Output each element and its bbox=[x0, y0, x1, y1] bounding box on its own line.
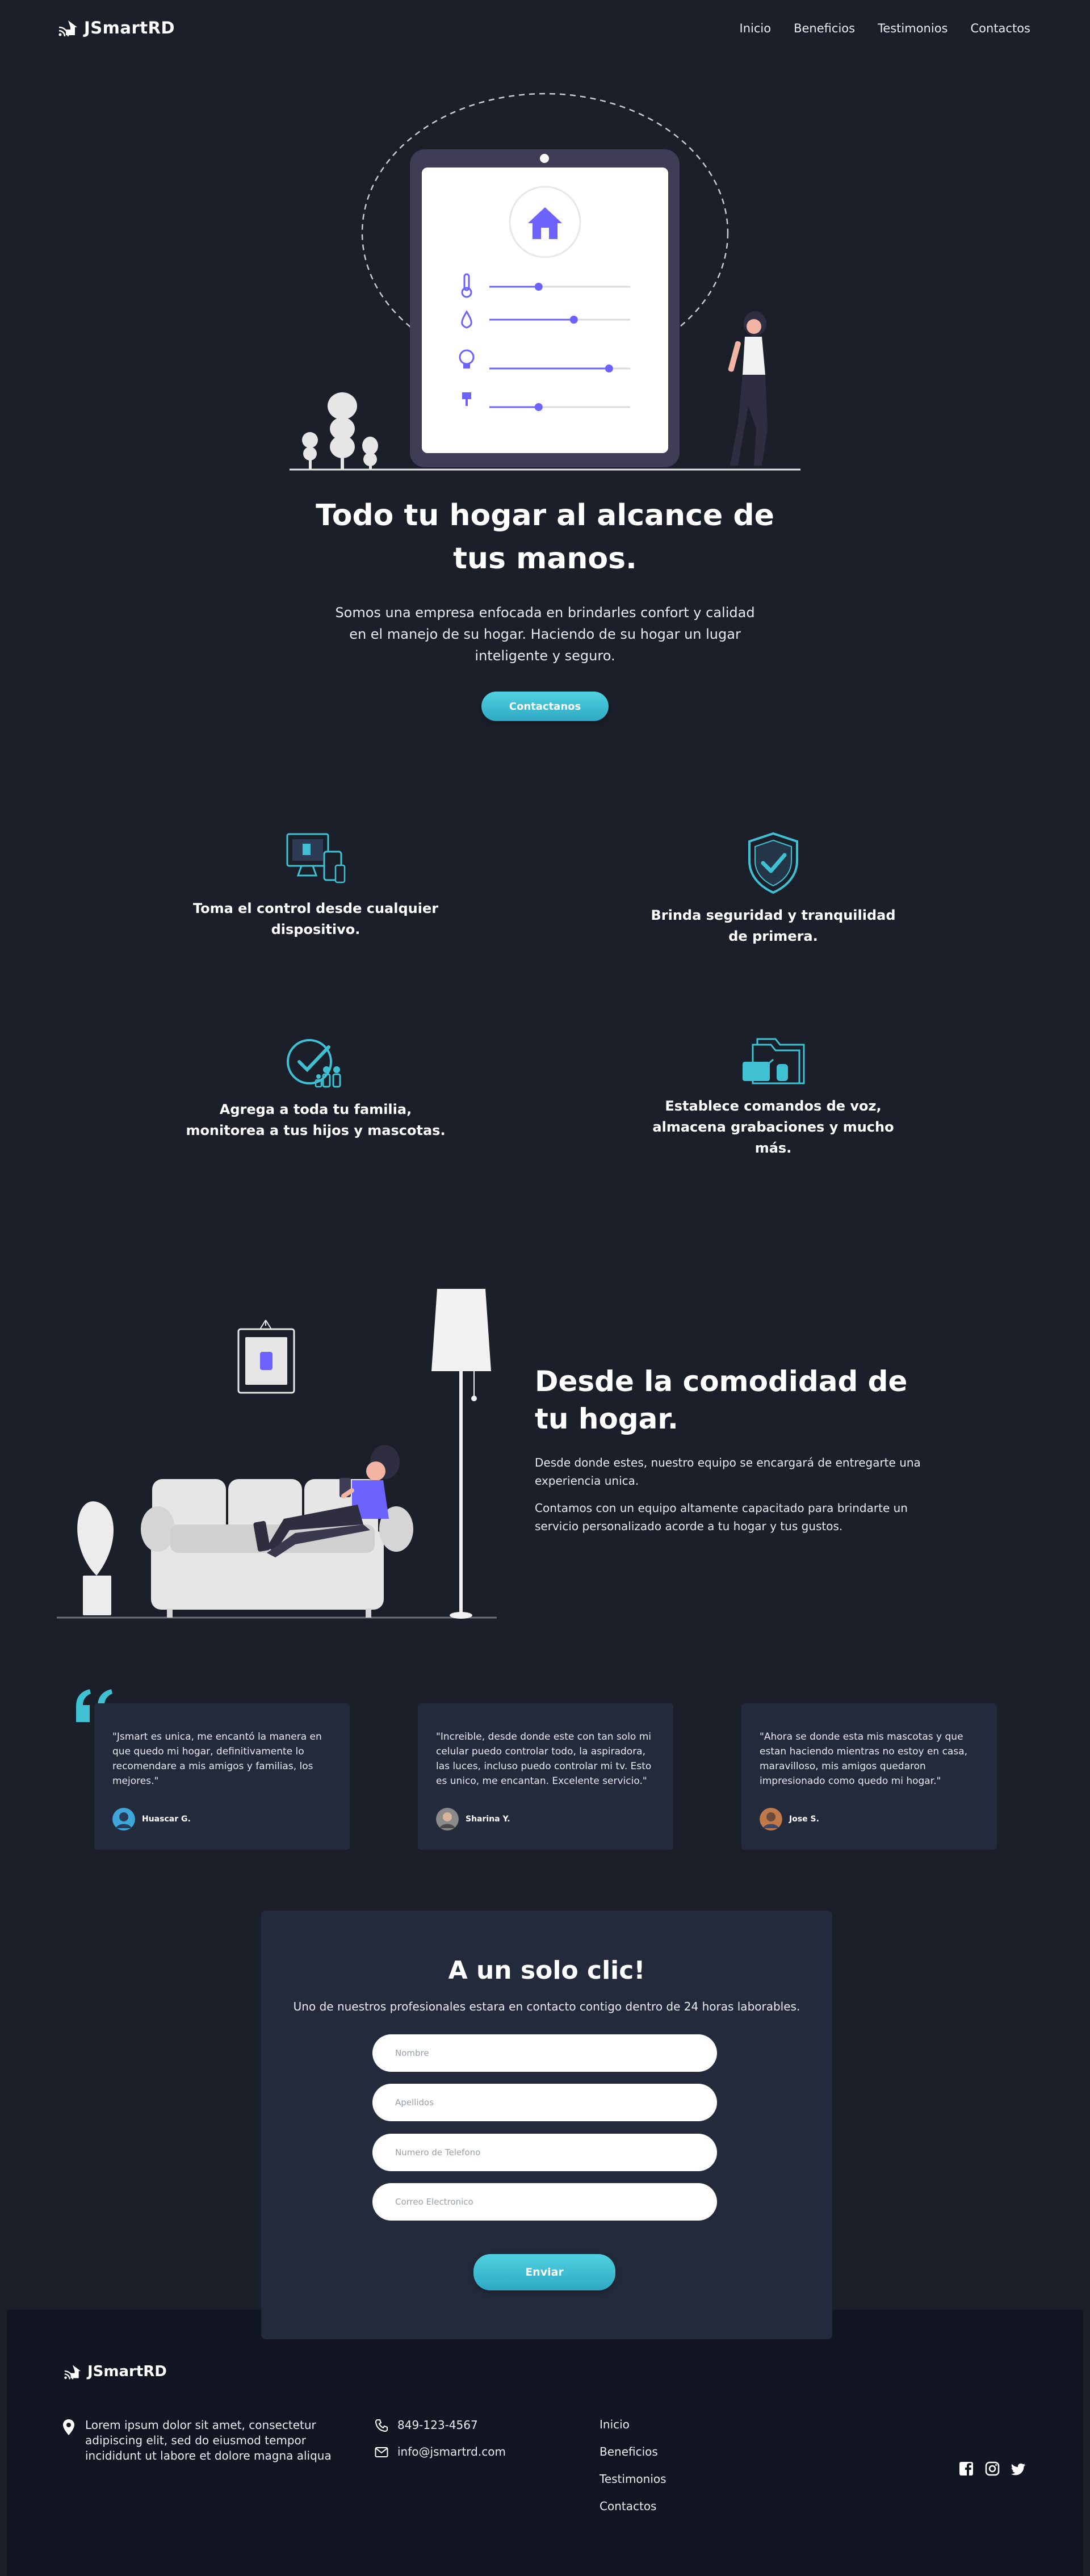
avatar bbox=[112, 1808, 135, 1831]
location-pin-icon bbox=[63, 2419, 74, 2435]
nav-link-testimonios[interactable]: Testimonios bbox=[878, 22, 948, 35]
about-title: Desde la comodidad de tu hogar. bbox=[535, 1365, 908, 1435]
feature-family-text: Agrega a toda tu familia, monitorea a tu… bbox=[186, 1101, 446, 1138]
slider-knob[interactable] bbox=[569, 316, 578, 324]
feature-family: Agrega a toda tu familia, monitorea a tu… bbox=[185, 1037, 446, 1141]
testimonial-card: "Jsmart es unica, me encantó la manera e… bbox=[94, 1703, 350, 1850]
nav-link-inicio[interactable]: Inicio bbox=[740, 22, 772, 35]
footer-brand-name: JSmartRD bbox=[87, 2363, 167, 2380]
brand-logo[interactable]: JSmartRD bbox=[58, 18, 175, 37]
contact-form: A un solo clic! Uno de nuestros profesio… bbox=[261, 1911, 832, 2339]
footer-link-inicio[interactable]: Inicio bbox=[600, 2418, 666, 2431]
footer-link-testimonios[interactable]: Testimonios bbox=[600, 2472, 666, 2486]
main-nav: Inicio Beneficios Testimonios Contactos bbox=[740, 22, 1030, 35]
email-input[interactable] bbox=[372, 2183, 717, 2221]
instagram-icon[interactable] bbox=[984, 2461, 1000, 2477]
email-row: info@jsmartrd.com bbox=[375, 2444, 506, 2460]
slider-knob[interactable] bbox=[534, 283, 543, 291]
hero-description: Somos una empresa enfocada en brindarles… bbox=[335, 605, 755, 664]
hero-illustration bbox=[290, 93, 800, 471]
testimonial-card: "Increible, desde donde este con tan sol… bbox=[418, 1703, 673, 1850]
name-input[interactable] bbox=[372, 2034, 717, 2072]
testimonial-text: "Increible, desde donde este con tan sol… bbox=[436, 1731, 652, 1787]
sofa-illustration bbox=[57, 1289, 497, 1619]
footer-brand-logo[interactable]: JSmartRD bbox=[64, 2363, 167, 2380]
voice-folder-icon bbox=[743, 1038, 805, 1084]
testimonial-author: Sharina Y. bbox=[436, 1808, 510, 1831]
testimonial-author: Huascar G. bbox=[112, 1808, 191, 1831]
shield-check-icon bbox=[748, 832, 798, 894]
author-name: Huascar G. bbox=[142, 1815, 191, 1824]
footer-nav: Inicio Beneficios Testimonios Contactos bbox=[600, 2418, 666, 2513]
family-check-icon bbox=[287, 1039, 341, 1088]
testimonial-text: "Jsmart es unica, me encantó la manera e… bbox=[112, 1731, 322, 1787]
contact-us-button[interactable]: Contactanos bbox=[481, 692, 609, 721]
nav-link-beneficios[interactable]: Beneficios bbox=[794, 22, 855, 35]
woman-figure bbox=[728, 311, 768, 466]
plant-decoration bbox=[77, 1501, 114, 1615]
contact-title: A un solo clic! bbox=[448, 1956, 645, 1985]
floor-lamp bbox=[431, 1289, 491, 1619]
footer-link-beneficios[interactable]: Beneficios bbox=[600, 2445, 666, 2458]
submit-button[interactable]: Enviar bbox=[473, 2254, 615, 2290]
twitter-icon[interactable] bbox=[1011, 2461, 1026, 2477]
picture-frame bbox=[237, 1320, 295, 1394]
author-name: Jose S. bbox=[789, 1815, 819, 1824]
author-name: Sharina Y. bbox=[466, 1815, 510, 1824]
feature-devices-text: Toma el control desde cualquier disposit… bbox=[192, 900, 439, 937]
house-wifi-icon bbox=[64, 2365, 81, 2380]
testimonial-author: Jose S. bbox=[760, 1808, 819, 1831]
footer-address: Lorem ipsum dolor sit amet, consectetur … bbox=[62, 2418, 358, 2464]
address-text: Lorem ipsum dolor sit amet, consectetur … bbox=[85, 2418, 332, 2462]
devices-icon bbox=[286, 833, 346, 883]
phone-input[interactable] bbox=[372, 2134, 717, 2171]
about-paragraph-2: Contamos con un equipo altamente capacit… bbox=[535, 1501, 908, 1533]
feature-devices: Toma el control desde cualquier disposit… bbox=[185, 831, 446, 940]
phone-row: 849-123-4567 bbox=[375, 2418, 506, 2433]
slider-knob[interactable] bbox=[605, 365, 613, 372]
phone-text[interactable]: 849-123-4567 bbox=[397, 2418, 478, 2433]
brand-name: JSmartRD bbox=[84, 18, 175, 37]
feature-voice: Establece comandos de voz, almacena grab… bbox=[643, 1037, 904, 1159]
email-text[interactable]: info@jsmartrd.com bbox=[397, 2444, 506, 2460]
about-paragraph-1: Desde donde estes, nuestro equipo se enc… bbox=[535, 1456, 921, 1488]
mail-icon bbox=[375, 2447, 388, 2457]
hero-title: Todo tu hogar al alcance de tus manos. bbox=[316, 499, 774, 576]
feature-voice-text: Establece comandos de voz, almacena grab… bbox=[652, 1098, 894, 1156]
phone-icon bbox=[375, 2419, 388, 2432]
slider-knob[interactable] bbox=[534, 403, 543, 411]
testimonial-card: "Ahora se donde esta mis mascotas y que … bbox=[741, 1703, 997, 1850]
house-wifi-icon bbox=[58, 20, 77, 36]
testimonial-text: "Ahora se donde esta mis mascotas y que … bbox=[760, 1731, 968, 1787]
footer-link-contactos[interactable]: Contactos bbox=[600, 2499, 666, 2513]
trees-decoration bbox=[302, 392, 378, 470]
avatar bbox=[760, 1808, 782, 1831]
feature-security-text: Brinda seguridad y tranquilidad de prime… bbox=[651, 907, 896, 944]
avatar bbox=[436, 1808, 459, 1831]
nav-link-contactos[interactable]: Contactos bbox=[971, 22, 1031, 35]
footer-contact-info: 849-123-4567 info@jsmartrd.com bbox=[375, 2418, 506, 2460]
contact-subtitle: Uno de nuestros profesionales estara en … bbox=[293, 2000, 800, 2013]
feature-security: Brinda seguridad y tranquilidad de prime… bbox=[643, 831, 904, 947]
lastname-input[interactable] bbox=[372, 2084, 717, 2121]
facebook-icon[interactable] bbox=[958, 2461, 974, 2477]
social-links bbox=[958, 2461, 1026, 2477]
